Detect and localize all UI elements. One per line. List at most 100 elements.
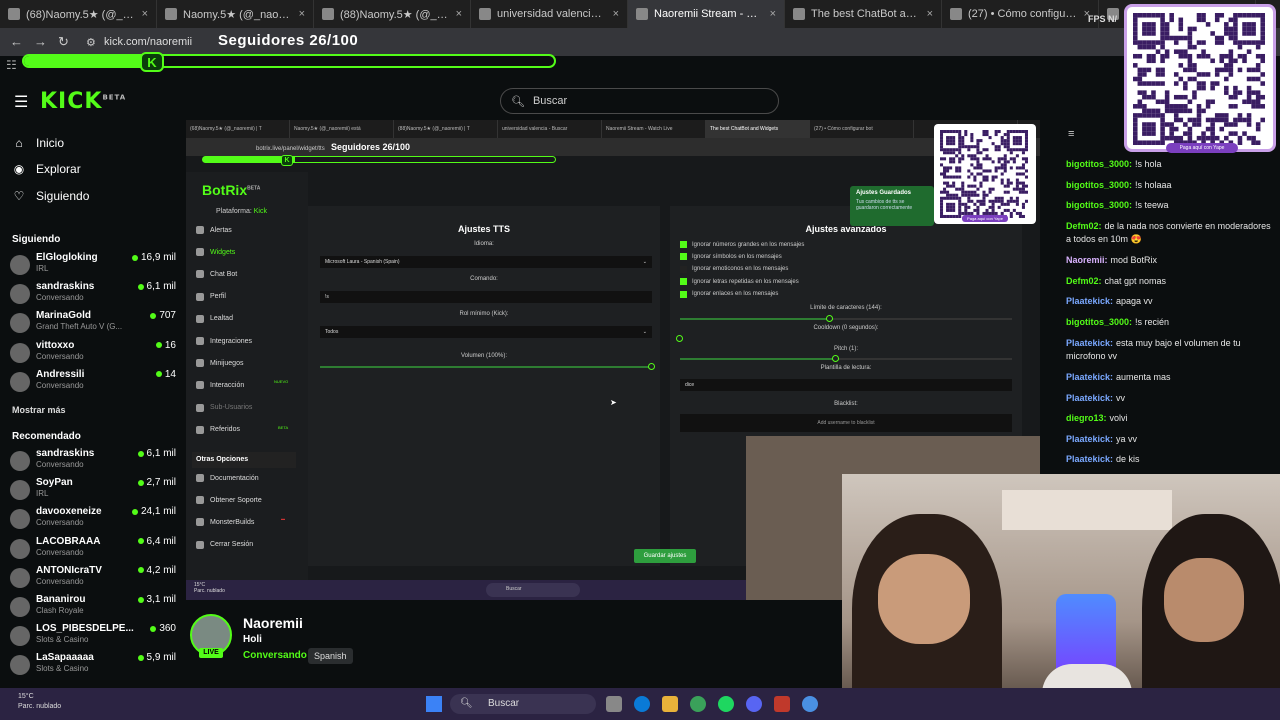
pitch-slider[interactable] — [680, 358, 1012, 360]
browser-tab[interactable]: Naomy.5★ (@_naoremii) está LI × — [157, 0, 314, 28]
chat-username[interactable]: bigotitos_3000: — [1066, 200, 1132, 210]
windows-start-icon[interactable] — [426, 696, 442, 712]
channel-item[interactable]: LACOBRAAA Conversando 6,4 mil — [10, 536, 176, 564]
rol-select[interactable]: Todos ⌄ — [320, 326, 652, 338]
botrix-menu-item[interactable]: Alertas — [196, 226, 232, 234]
tab-favicon-icon — [636, 8, 648, 20]
kick-logo[interactable]: KICKBETA — [40, 89, 126, 114]
weather-widget[interactable]: 15°C Parc. nublado — [18, 692, 61, 712]
app-f-icon[interactable] — [774, 696, 790, 712]
botrix-other-item[interactable]: MonsterBuilds — [196, 518, 254, 527]
chat-username[interactable]: Plaatekick: — [1066, 393, 1113, 403]
pitch-slider-knob[interactable] — [832, 355, 839, 362]
botrix-menu-item[interactable]: Lealtad — [196, 314, 233, 323]
botrix-menu-item[interactable]: Widgets — [196, 248, 235, 257]
show-more-link[interactable]: Mostrar más — [12, 405, 66, 415]
browser-tab[interactable]: (68)Naomy.5★ (@_naoremii) | T × — [0, 0, 157, 28]
chat-username[interactable]: diegro13: — [1066, 413, 1107, 423]
chat-username[interactable]: Defm02: — [1066, 221, 1102, 231]
botrix-other-item[interactable]: Obtener Soporte — [196, 496, 262, 505]
search-input[interactable]: 🔍︎ Buscar — [500, 88, 779, 114]
botrix-menu-item[interactable]: Perfil — [196, 292, 226, 301]
botrix-menu-item[interactable]: Referidos — [196, 425, 240, 434]
browser-tab[interactable]: Naoremii Stream - Watch Live × — [628, 0, 785, 28]
botrix-other-item[interactable]: Cerrar Sesión — [196, 540, 253, 549]
close-icon[interactable]: × — [613, 8, 619, 20]
close-icon[interactable]: × — [770, 8, 776, 20]
edge-icon[interactable] — [634, 696, 650, 712]
site-settings-icon[interactable]: ⚙ — [86, 36, 96, 49]
chat-username[interactable]: Plaatekick: — [1066, 434, 1113, 444]
channel-item[interactable]: ANTONIcraTV Conversando 4,2 mil — [10, 565, 176, 593]
advanced-checkbox[interactable]: Ignorar símbolos en los mensajes — [680, 253, 782, 261]
stream-language-tag[interactable]: Spanish — [308, 648, 353, 664]
chat-username[interactable]: Plaatekick: — [1066, 372, 1113, 382]
comando-input[interactable]: !s — [320, 291, 652, 303]
advanced-checkbox[interactable]: Ignorar letras repetidas en los mensajes — [680, 278, 799, 286]
volume-slider-knob[interactable] — [648, 363, 655, 370]
browser-tab[interactable]: universidad valencia - Buscar c × — [471, 0, 628, 28]
advanced-checkbox[interactable]: Ignorar números grandes en los mensajes — [680, 241, 804, 248]
botrix-menu-item[interactable]: Sub-Usuarios — [196, 403, 252, 412]
channel-item[interactable]: LaSapaaaaa Slots & Casino 5,9 mil — [10, 652, 176, 680]
task-view-icon[interactable] — [606, 696, 622, 712]
botrix-menu-item[interactable]: Interacción — [196, 381, 244, 390]
chrome-alt-icon[interactable] — [802, 696, 818, 712]
botrix-other-item[interactable]: Documentación — [196, 474, 259, 482]
hamburger-menu-icon[interactable]: ☰ — [14, 92, 28, 112]
channel-item[interactable]: Bananirou Clash Royale 3,1 mil — [10, 594, 176, 622]
chat-username[interactable]: bigotitos_3000: — [1066, 180, 1132, 190]
chat-username[interactable]: Plaatekick: — [1066, 454, 1113, 464]
limit-slider[interactable] — [680, 318, 1012, 320]
discord-icon[interactable] — [746, 696, 762, 712]
template-input[interactable]: dice — [680, 379, 1012, 391]
spotify-icon[interactable] — [718, 696, 734, 712]
limit-slider-knob[interactable] — [826, 315, 833, 322]
chat-menu-icon[interactable]: ≡ — [1068, 128, 1074, 140]
chat-username[interactable]: bigotitos_3000: — [1066, 317, 1132, 327]
forward-icon[interactable]: → — [34, 34, 47, 49]
back-icon[interactable]: ← — [10, 34, 23, 49]
chat-username[interactable]: Defm02: — [1066, 276, 1102, 286]
file-explorer-icon[interactable] — [662, 696, 678, 712]
channel-item[interactable]: Andressili Conversando 14 — [10, 369, 176, 397]
channel-item[interactable]: SoyPan IRL 2,7 mil — [10, 477, 176, 505]
channel-item[interactable]: vittoxxo Conversando 16 — [10, 340, 176, 368]
browser-tab[interactable]: (88)Naomy.5★ (@_naoremii) | T × — [314, 0, 471, 28]
url-text[interactable]: kick.com/naoremii — [104, 36, 192, 48]
channel-item[interactable]: MarinaGold Grand Theft Auto V (G... 707 — [10, 310, 176, 338]
browser-tab[interactable]: The best ChatBot and Widgets × — [785, 0, 942, 28]
stream-category[interactable]: Conversando — [243, 650, 307, 661]
save-settings-button[interactable]: Guardar ajustes — [634, 549, 696, 563]
advanced-checkbox[interactable]: Ignorar enlaces en los mensajes — [680, 290, 778, 298]
idioma-select[interactable]: Microsoft Laura - Spanish (Spain) ⌄ — [320, 256, 652, 268]
botrix-menu-item[interactable]: Chat Bot — [196, 270, 237, 279]
chrome-icon[interactable] — [690, 696, 706, 712]
chat-username[interactable]: Plaatekick: — [1066, 338, 1113, 348]
chat-username[interactable]: bigotitos_3000: — [1066, 159, 1132, 169]
nav-item-explorar[interactable]: ◉ Explorar — [12, 162, 81, 176]
streamer-name[interactable]: Naoremii — [243, 615, 303, 631]
channel-item[interactable]: sandraskins Conversando 6,1 mil — [10, 448, 176, 476]
advanced-checkbox[interactable]: Ignorar emoticonos en los mensajes — [680, 265, 788, 273]
close-icon[interactable]: × — [456, 8, 462, 20]
botrix-menu-item[interactable]: Integraciones — [196, 337, 252, 345]
nav-item-siguiendo[interactable]: ♡ Siguiendo — [12, 189, 90, 203]
chat-username[interactable]: Plaatekick: — [1066, 296, 1113, 306]
botrix-menu-item[interactable]: Minijuegos — [196, 359, 243, 368]
close-icon[interactable]: × — [927, 8, 933, 20]
channel-item[interactable]: davooxeneize Conversando 24,1 mil — [10, 506, 176, 534]
chat-username[interactable]: Naoremii: — [1066, 255, 1108, 265]
volume-slider[interactable] — [320, 366, 652, 368]
cooldown-slider-knob[interactable] — [676, 335, 683, 342]
reload-icon[interactable]: ↻ — [58, 34, 69, 50]
browser-tab[interactable]: (27) • Cómo configurar bot× — [942, 0, 1099, 28]
apps-grid-icon[interactable]: ☷ — [6, 58, 17, 72]
blacklist-input[interactable]: Add username to blacklist — [680, 414, 1012, 432]
nav-item-inicio[interactable]: ⌂ Inicio — [12, 136, 64, 150]
channel-item[interactable]: sandraskins Conversando 6,1 mil — [10, 281, 176, 309]
channel-item[interactable]: LOS_PIBESDELPE... Slots & Casino 360 — [10, 623, 176, 651]
channel-item[interactable]: ElGlogloking IRL 16,9 mil — [10, 252, 176, 280]
close-icon[interactable]: × — [299, 8, 305, 20]
close-icon[interactable]: × — [142, 8, 148, 20]
